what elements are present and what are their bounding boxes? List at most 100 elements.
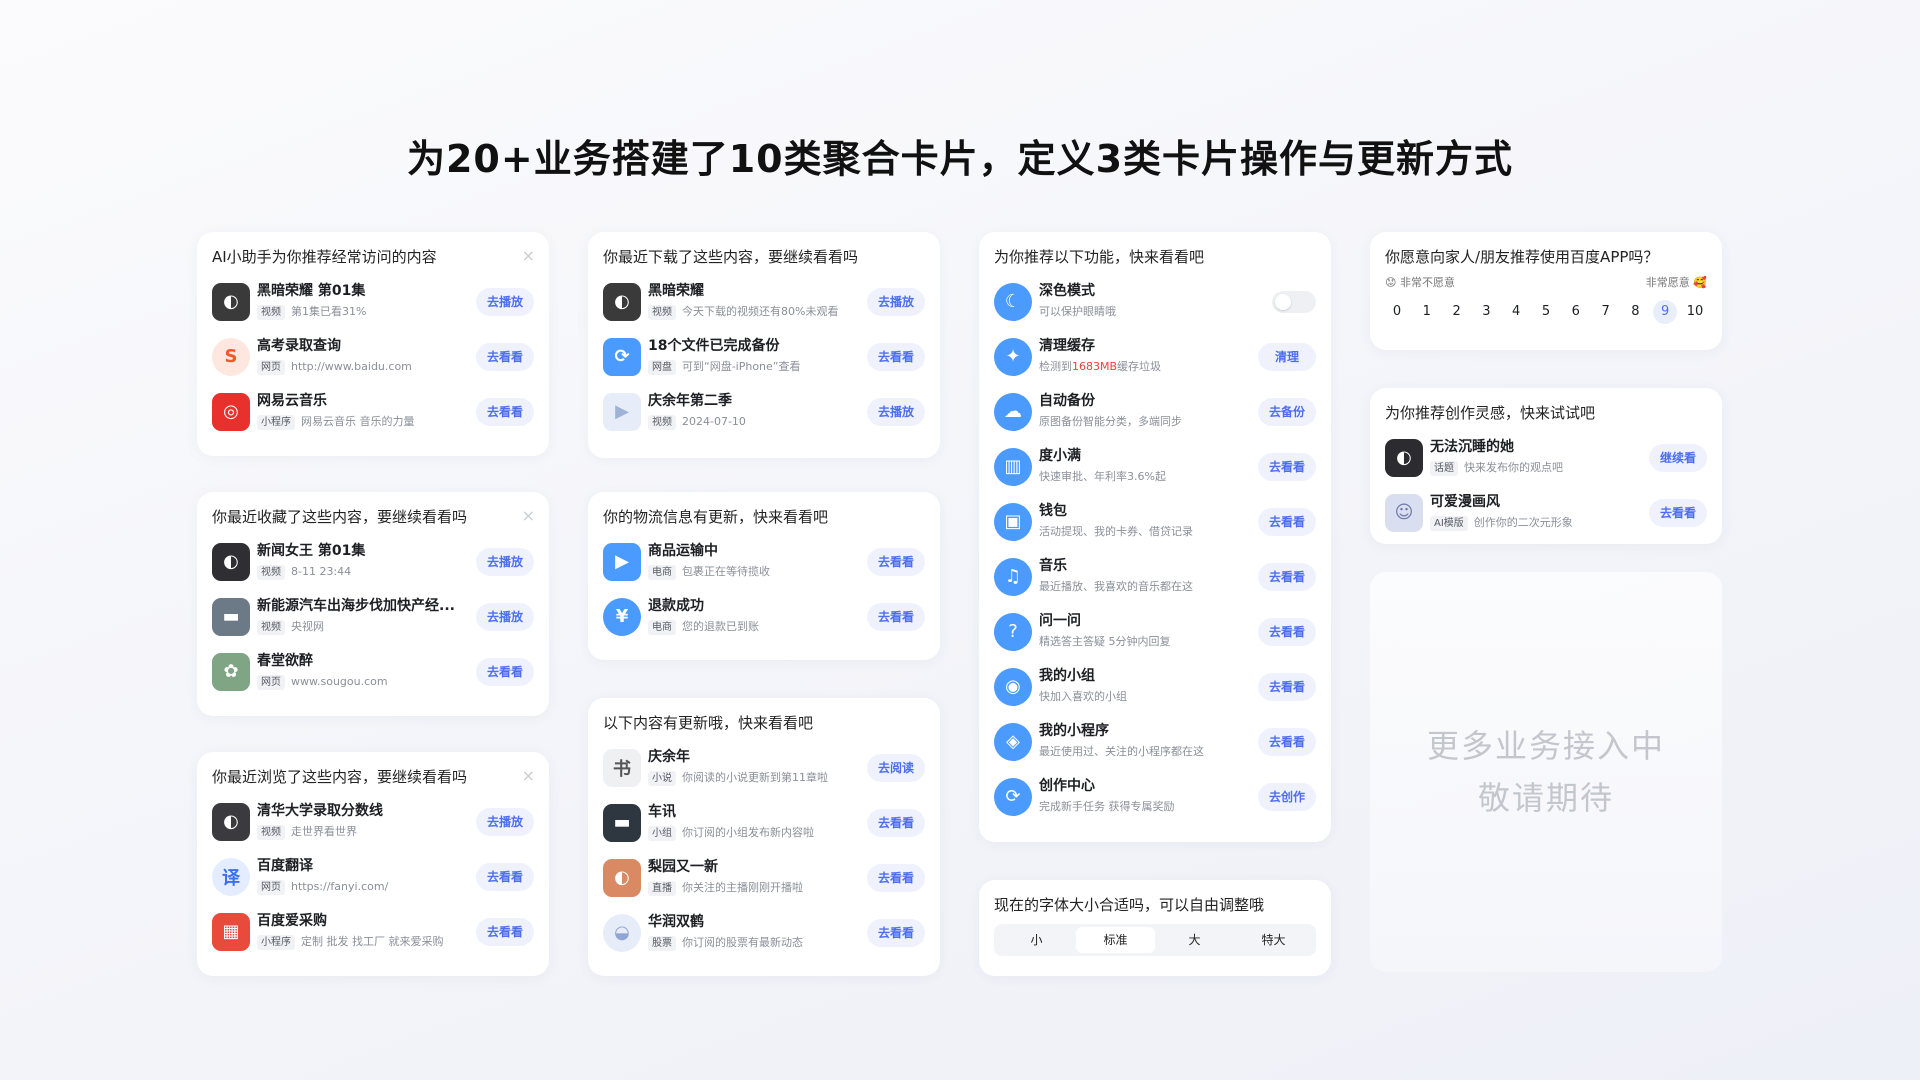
card-favorites: 你最近收藏了这些内容，要继续看看吗 × ◐ 新闻女王 第01集 视频 8-11 2…	[197, 492, 549, 716]
item-tag: 小程序	[257, 935, 295, 950]
nps-option[interactable]: 1	[1415, 300, 1439, 324]
feature-duxiaoman[interactable]: ▥ 度小满 快速审批、年利率3.6%起 去看看	[994, 439, 1316, 494]
action-button[interactable]: 去播放	[476, 547, 534, 576]
font-size-standard[interactable]: 标准	[1076, 927, 1155, 953]
action-button[interactable]: 去看看	[476, 657, 534, 686]
action-button[interactable]: 去看看	[1649, 498, 1707, 527]
item-desc: 包裹正在等待揽收	[682, 565, 770, 578]
action-button[interactable]: 去看看	[476, 397, 534, 426]
nps-option[interactable]: 2	[1445, 300, 1469, 324]
action-button[interactable]: 去看看	[476, 342, 534, 371]
list-item[interactable]: ☺ 可爱漫画风 AI模版 创作你的二次元形象 去看看	[1385, 485, 1707, 540]
feature-desc: 快速审批、年利率3.6%起	[1039, 470, 1166, 483]
nps-option[interactable]: 4	[1504, 300, 1528, 324]
nps-option[interactable]: 10	[1683, 300, 1707, 324]
nps-option[interactable]: 5	[1534, 300, 1558, 324]
feature-my-group[interactable]: ◉ 我的小组 快加入喜欢的小组 去看看	[994, 659, 1316, 714]
list-item[interactable]: ⟳ 18个文件已完成备份 网盘 可到“网盘-iPhone”查看 去看看	[603, 329, 925, 384]
drama-thumbnail: ◐	[212, 282, 250, 321]
card-logistics: 你的物流信息有更新，快来看看吧 ▶ 商品运输中 电商 包裹正在等待揽收 去看看 ¥…	[588, 492, 940, 660]
action-button[interactable]: 去看看	[867, 808, 925, 837]
feature-mini-programs[interactable]: ◈ 我的小程序 最近使用过、关注的小程序都在这 去看看	[994, 714, 1316, 769]
list-item[interactable]: ¥ 退款成功 电商 您的退款已到账 去看看	[603, 589, 925, 644]
list-item[interactable]: ◐ 新闻女王 第01集 视频 8-11 23:44 去播放	[212, 534, 534, 589]
card-downloads: 你最近下载了这些内容，要继续看看吗 ◐ 黑暗荣耀 视频 今天下载的视频还有80%未…	[588, 232, 940, 458]
backup-button[interactable]: 去备份	[1258, 397, 1316, 426]
action-button[interactable]: 去看看	[1258, 727, 1316, 756]
card-features: 为你推荐以下功能，快来看看吧 ☾ 深色模式 可以保护眼睛哦 ✦ 清理缓存 检测到…	[979, 232, 1331, 842]
action-button[interactable]: 去看看	[867, 918, 925, 947]
list-item[interactable]: ◐ 黑暗荣耀 视频 今天下载的视频还有80%未观看 去播放	[603, 274, 925, 329]
list-item[interactable]: ▬ 新能源汽车出海步伐加快产经... 视频 央视网 去播放	[212, 589, 534, 644]
list-item[interactable]: 译 百度翻译 网页 https://fanyi.com/ 去看看	[212, 849, 534, 904]
nps-option[interactable]: 8	[1623, 300, 1647, 324]
action-button[interactable]: 去看看	[1258, 617, 1316, 646]
drama-thumbnail: ◐	[212, 542, 250, 581]
item-desc: 你阅读的小说更新到第11章啦	[682, 771, 828, 784]
action-button[interactable]: 去看看	[1258, 452, 1316, 481]
feature-ask[interactable]: ? 问一问 精选答主答疑 5分钟内回复 去看看	[994, 604, 1316, 659]
create-button[interactable]: 去创作	[1258, 782, 1316, 811]
close-icon[interactable]: ×	[522, 766, 535, 785]
font-size-xlarge[interactable]: 特大	[1234, 927, 1313, 953]
feature-title: 清理缓存	[1039, 338, 1095, 354]
aicaigou-logo: ▦	[212, 912, 250, 951]
dark-mode-toggle[interactable]	[1272, 290, 1316, 313]
font-size-large[interactable]: 大	[1155, 927, 1234, 953]
item-desc: 网易云音乐 音乐的力量	[301, 415, 415, 428]
list-item[interactable]: ▶ 庆余年第二季 视频 2024-07-10 去播放	[603, 384, 925, 439]
card-title: 你最近收藏了这些内容，要继续看看吗	[212, 508, 468, 526]
list-item[interactable]: ◎ 网易云音乐 小程序 网易云音乐 音乐的力量 去看看	[212, 384, 534, 439]
close-icon[interactable]: ×	[522, 506, 535, 525]
feature-desc: 精选答主答疑 5分钟内回复	[1039, 635, 1171, 648]
item-title: 庆余年	[648, 749, 690, 765]
font-size-small[interactable]: 小	[997, 927, 1076, 953]
item-desc: 走世界看世界	[291, 825, 357, 838]
nps-option[interactable]: 6	[1564, 300, 1588, 324]
feature-wallet[interactable]: ▣ 钱包 活动提现、我的卡券、借贷记录 去看看	[994, 494, 1316, 549]
cloud-icon: ☁	[994, 392, 1032, 431]
list-item[interactable]: ◐ 梨园又一新 直播 你关注的主播刚刚开播啦 去看看	[603, 850, 925, 905]
nps-option-selected[interactable]: 9	[1653, 300, 1678, 324]
close-icon[interactable]: ×	[522, 246, 535, 265]
list-item[interactable]: S 高考录取查询 网页 http://www.baidu.com 去看看	[212, 329, 534, 384]
nps-option[interactable]: 3	[1474, 300, 1498, 324]
action-button[interactable]: 去播放	[867, 287, 925, 316]
feature-auto-backup[interactable]: ☁ 自动备份 原图备份智能分类，多端同步 去备份	[994, 384, 1316, 439]
action-button[interactable]: 去播放	[476, 287, 534, 316]
action-button[interactable]: 去播放	[476, 807, 534, 836]
list-item[interactable]: ▦ 百度爱采购 小程序 定制 批发 找工厂 就来爱采购 去看看	[212, 904, 534, 959]
action-button[interactable]: 去看看	[867, 863, 925, 892]
list-item[interactable]: ▬ 车讯 小组 你订阅的小组发布新内容啦 去看看	[603, 795, 925, 850]
action-button[interactable]: 去播放	[867, 397, 925, 426]
feature-desc: 最近使用过、关注的小程序都在这	[1039, 745, 1204, 758]
action-button[interactable]: 去看看	[867, 342, 925, 371]
list-item[interactable]: ◐ 清华大学录取分数线 视频 走世界看世界 去播放	[212, 794, 534, 849]
list-item[interactable]: ✿ 春堂欲醉 网页 www.sougou.com 去看看	[212, 644, 534, 699]
action-button[interactable]: 去看看	[476, 917, 534, 946]
feature-creator-center[interactable]: ⟳ 创作中心 完成新手任务 获得专属奖励 去创作	[994, 769, 1316, 824]
action-button[interactable]: 去看看	[1258, 507, 1316, 536]
list-item[interactable]: ◐ 无法沉睡的她 话题 快来发布你的观点吧 继续看	[1385, 430, 1707, 485]
action-button[interactable]: 去看看	[1258, 672, 1316, 701]
nps-option[interactable]: 0	[1385, 300, 1409, 324]
baidu-translate-logo: 译	[212, 857, 250, 896]
clear-button[interactable]: 清理	[1258, 342, 1316, 371]
list-item[interactable]: ▶ 商品运输中 电商 包裹正在等待揽收 去看看	[603, 534, 925, 589]
feature-music[interactable]: ♫ 音乐 最近播放、我喜欢的音乐都在这 去看看	[994, 549, 1316, 604]
action-button[interactable]: 去看看	[867, 547, 925, 576]
action-button[interactable]: 去看看	[1258, 562, 1316, 591]
list-item[interactable]: ◒ 华润双鹤 股票 你订阅的股票有最新动态 去看看	[603, 905, 925, 960]
music-icon: ♫	[994, 557, 1032, 596]
action-button[interactable]: 去看看	[476, 862, 534, 891]
item-title: 百度翻译	[257, 858, 313, 874]
action-button[interactable]: 去看看	[867, 602, 925, 631]
list-item[interactable]: ◐ 黑暗荣耀 第01集 视频 第1集已看31% 去播放	[212, 274, 534, 329]
nps-option[interactable]: 7	[1594, 300, 1618, 324]
feature-dark-mode[interactable]: ☾ 深色模式 可以保护眼睛哦	[994, 274, 1316, 329]
feature-clear-cache[interactable]: ✦ 清理缓存 检测到1683MB缓存垃圾 清理	[994, 329, 1316, 384]
action-button[interactable]: 去播放	[476, 602, 534, 631]
list-item[interactable]: 书 庆余年 小说 你阅读的小说更新到第11章啦 去阅读	[603, 740, 925, 795]
action-button[interactable]: 去阅读	[867, 753, 925, 782]
action-button[interactable]: 继续看	[1649, 443, 1707, 472]
